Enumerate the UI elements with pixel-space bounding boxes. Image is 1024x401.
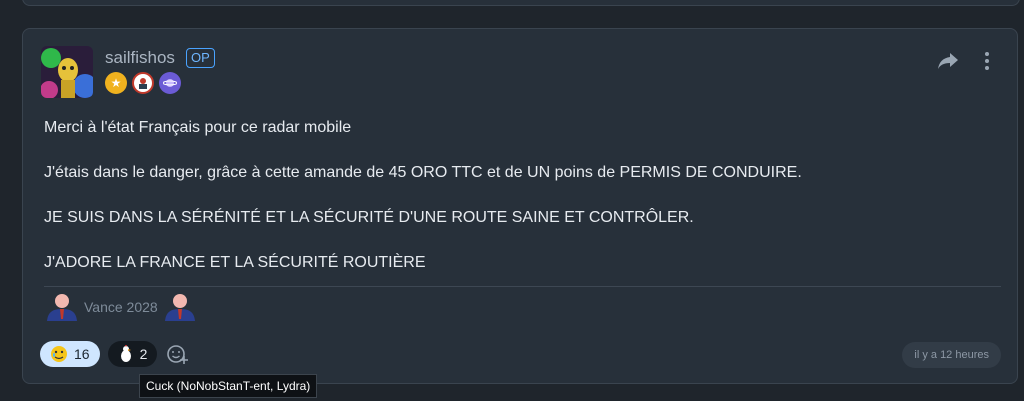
star-badge-icon[interactable]: ★ [105, 72, 127, 94]
add-reaction-icon[interactable] [165, 342, 189, 366]
signature-text: Vance 2028 [84, 299, 158, 315]
username[interactable]: sailfishos [105, 48, 175, 68]
reaction-count: 16 [74, 346, 90, 362]
previous-post-card [22, 0, 1020, 6]
man-in-suit-icon [47, 294, 77, 321]
post-line: JE SUIS DANS LA SÉRÉNITÉ ET LA SÉCURITÉ … [44, 209, 694, 226]
reaction-tooltip: Cuck (NoNobStanT-ent, Lydra) [139, 374, 318, 398]
reaction-count: 2 [139, 346, 148, 362]
post-line: Merci à l'état Français pour ce radar mo… [44, 119, 352, 136]
character-badge-icon[interactable] [132, 72, 154, 94]
post-body: Merci à l'état Français pour ce radar mo… [44, 117, 994, 297]
signature: Vance 2028 [44, 293, 198, 321]
man-in-suit-icon [164, 294, 195, 321]
more-options-icon[interactable] [977, 51, 997, 71]
post-line: J'étais dans le danger, grâce à cette am… [44, 164, 802, 181]
op-badge: OP [186, 48, 215, 68]
reaction-chicken[interactable]: 2 [107, 341, 158, 367]
reactions-bar: 16 2 [40, 341, 189, 367]
crying-face-icon [51, 346, 67, 362]
post-card: sailfishos OP ★ Merci à l'état Français … [22, 28, 1018, 384]
post-timestamp[interactable]: il y a 12 heures [902, 342, 1001, 368]
signature-divider [44, 286, 1001, 287]
user-badges: ★ [105, 72, 181, 94]
avatar[interactable] [41, 46, 93, 98]
chicken-icon [120, 345, 131, 362]
planet-badge-icon[interactable] [159, 72, 181, 94]
share-icon[interactable] [937, 51, 959, 71]
reaction-crying[interactable]: 16 [40, 341, 100, 367]
post-line: J'ADORE LA FRANCE ET LA SÉCURITÉ ROUTIÈR… [44, 254, 426, 271]
